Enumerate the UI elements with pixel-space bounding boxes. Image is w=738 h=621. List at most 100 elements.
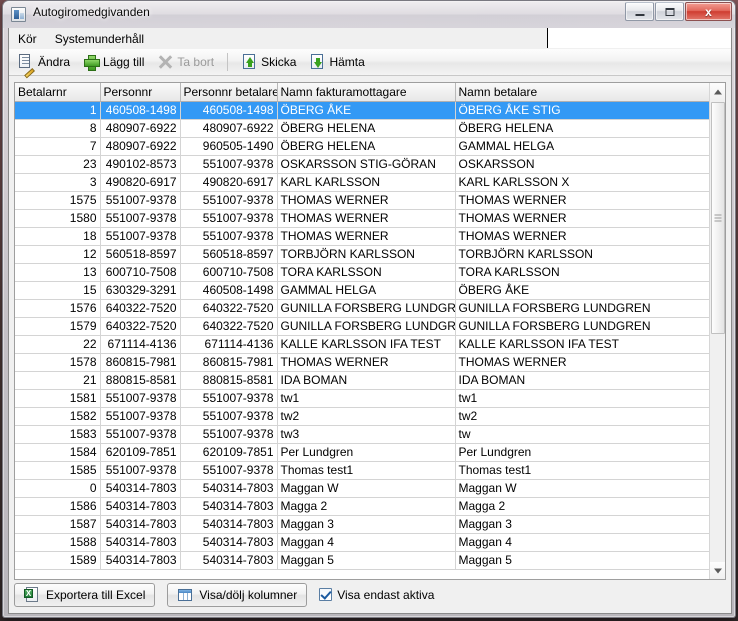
table-cell: tw2 xyxy=(277,407,456,426)
application-window: Autogiromedgivanden x Kör Systemunderhål… xyxy=(2,0,736,618)
table-row[interactable]: 3 490820-6917 490820-6917 KARL KARLSSON KARL… xyxy=(15,173,711,192)
table-row[interactable]: 1588 540314-7803 540314-7803 Maggan 4 Maggan… xyxy=(15,533,711,552)
caption-buttons: x xyxy=(625,2,732,21)
scroll-down-button[interactable] xyxy=(710,562,725,579)
add-button[interactable]: Lägg till xyxy=(79,51,151,73)
table-row[interactable]: 0 540314-7803 540314-7803 Maggan W Maggan W xyxy=(15,479,711,498)
column-header-namn-betalare[interactable]: Namn betalare xyxy=(455,83,711,102)
table-row[interactable]: 13 600710-7508 600710-7508 TORA KARLSSON TOR… xyxy=(15,263,711,282)
table-cell: 560518-8597 xyxy=(100,245,181,264)
scrollbar-grip-icon xyxy=(714,217,722,219)
scroll-up-button[interactable] xyxy=(710,83,725,100)
menu-item-kor[interactable]: Kör xyxy=(9,30,46,48)
table-row[interactable]: 1579 640322-7520 640322-7520 GUNILLA FORSBE… xyxy=(15,317,711,336)
table-cell: GUNILLA FORSBERG LUNDGREN xyxy=(277,299,456,318)
table-cell: 1583 xyxy=(15,425,101,444)
column-header-personnr[interactable]: Personnr xyxy=(100,83,181,102)
table-cell: KARL KARLSSON xyxy=(277,173,456,192)
show-hide-columns-button[interactable]: Visa/dölj kolumner xyxy=(167,582,308,607)
table-row[interactable]: 1575 551007-9378 551007-9378 THOMAS WERNER T… xyxy=(15,191,711,210)
column-header-namn-fakturamottagare[interactable]: Namn fakturamottagare xyxy=(277,83,456,102)
grid-body: 1 460508-1498 460508-1498 ÖBERG ÅKE ÖBERG ÅK… xyxy=(15,101,711,570)
table-cell: 480907-6922 xyxy=(100,119,181,138)
chevron-down-icon xyxy=(714,568,722,573)
table-cell: 551007-9378 xyxy=(100,209,181,228)
checkbox-check-icon[interactable] xyxy=(319,588,333,601)
send-button[interactable]: Skicka xyxy=(237,51,303,73)
grid-header-row: Betalarnr Personnr Personnr betalare Nam… xyxy=(15,83,711,102)
table-row[interactable]: 8 480907-6922 480907-6922 ÖBERG HELENA ÖBERG… xyxy=(15,119,711,138)
table-cell: Maggan 3 xyxy=(455,515,711,534)
table-row[interactable]: 1578 860815-7981 860815-7981 THOMAS WERNER T… xyxy=(15,353,711,372)
title-bar[interactable]: Autogiromedgivanden x xyxy=(3,1,735,28)
document-down-arrow-icon xyxy=(309,54,325,70)
table-row[interactable]: 7 480907-6922 960505-1490 ÖBERG HELENA GAMMA… xyxy=(15,137,711,156)
table-row[interactable]: 1585 551007-9378 551007-9378 Thomas test1 Th… xyxy=(15,461,711,480)
table-row[interactable]: 1583 551007-9378 551007-9378 tw3 tw xyxy=(15,425,711,444)
table-cell: 640322-7520 xyxy=(180,317,278,336)
export-to-excel-label: Exportera till Excel xyxy=(46,587,146,602)
export-to-excel-button[interactable]: X Exportera till Excel xyxy=(14,582,156,607)
window-title: Autogiromedgivanden xyxy=(33,5,150,19)
table-cell: tw1 xyxy=(455,389,711,408)
column-header-personnr-betalare[interactable]: Personnr betalare xyxy=(180,83,278,102)
data-grid[interactable]: Betalarnr Personnr Personnr betalare Nam… xyxy=(14,82,726,580)
table-cell: ÖBERG HELENA xyxy=(455,119,711,138)
table-cell: Maggan 4 xyxy=(455,533,711,552)
table-cell: ÖBERG ÅKE xyxy=(455,281,711,300)
bottom-toolbar: X Exportera till Excel Visa/dölj kolumne… xyxy=(14,582,726,607)
table-cell: 12 xyxy=(15,245,101,264)
table-cell: 551007-9378 xyxy=(100,191,181,210)
show-only-active-checkbox[interactable]: Visa endast aktiva xyxy=(319,588,434,602)
table-cell: 551007-9378 xyxy=(100,407,181,426)
table-row[interactable]: 21 880815-8581 880815-8581 IDA BOMAN IDA BOM… xyxy=(15,371,711,390)
edit-button[interactable]: Ändra xyxy=(14,51,77,79)
table-cell: 540314-7803 xyxy=(100,551,181,570)
table-row[interactable]: 15 630329-3291 460508-1498 GAMMAL HELGA ÖBER… xyxy=(15,281,711,300)
table-cell: 1582 xyxy=(15,407,101,426)
table-row[interactable]: 23 490102-8573 551007-9378 OSKARSSON STIG-G… xyxy=(15,155,711,174)
table-cell: 640322-7520 xyxy=(180,299,278,318)
table-cell: 620109-7851 xyxy=(180,443,278,462)
table-row[interactable]: 1587 540314-7803 540314-7803 Maggan 3 Maggan… xyxy=(15,515,711,534)
fetch-button[interactable]: Hämta xyxy=(305,51,371,73)
table-cell: 540314-7803 xyxy=(180,497,278,516)
table-cell: 15 xyxy=(15,281,101,300)
table-cell: 480907-6922 xyxy=(100,137,181,156)
table-row[interactable]: 1581 551007-9378 551007-9378 tw1 tw1 xyxy=(15,389,711,408)
grid-table: Betalarnr Personnr Personnr betalare Nam… xyxy=(15,83,711,570)
table-row[interactable]: 1584 620109-7851 620109-7851 Per Lundgren Pe… xyxy=(15,443,711,462)
table-cell: 600710-7508 xyxy=(180,263,278,282)
table-row[interactable]: 12 560518-8597 560518-8597 TORBJÖRN KARLSSO… xyxy=(15,245,711,264)
table-row[interactable]: 22 671114-4136 671114-4136 KALLE KARLSSON I… xyxy=(15,335,711,354)
table-cell: 22 xyxy=(15,335,101,354)
table-cell: ÖBERG ÅKE xyxy=(277,101,456,120)
table-row[interactable]: 1582 551007-9378 551007-9378 tw2 tw2 xyxy=(15,407,711,426)
close-button[interactable]: x xyxy=(685,2,732,21)
table-cell: Maggan W xyxy=(455,479,711,498)
table-cell: 540314-7803 xyxy=(180,479,278,498)
table-cell: GAMMAL HELGA xyxy=(277,281,456,300)
menu-bar: Kör Systemunderhåll xyxy=(9,28,731,49)
menu-item-systemunderhall[interactable]: Systemunderhåll xyxy=(46,30,153,48)
table-cell: 540314-7803 xyxy=(100,479,181,498)
vertical-scrollbar[interactable] xyxy=(709,83,725,579)
table-row[interactable]: 1576 640322-7520 640322-7520 GUNILLA FORSBE… xyxy=(15,299,711,318)
table-cell: 880815-8581 xyxy=(180,371,278,390)
table-row[interactable]: 1 460508-1498 460508-1498 ÖBERG ÅKE ÖBERG ÅK… xyxy=(15,101,711,120)
table-cell: KALLE KARLSSON IFA TEST xyxy=(455,335,711,354)
table-cell: Maggan 3 xyxy=(277,515,456,534)
table-row[interactable]: 1580 551007-9378 551007-9378 THOMAS WERNER T… xyxy=(15,209,711,228)
table-row[interactable]: 1586 540314-7803 540314-7803 Magga 2 Magga 2 xyxy=(15,497,711,516)
table-row[interactable]: 1589 540314-7803 540314-7803 Maggan 5 Maggan… xyxy=(15,551,711,570)
table-cell: Magga 2 xyxy=(277,497,456,516)
scrollbar-thumb[interactable] xyxy=(711,102,725,334)
table-cell: 23 xyxy=(15,155,101,174)
minimize-button[interactable] xyxy=(625,2,654,21)
table-cell: IDA BOMAN xyxy=(455,371,711,390)
table-row[interactable]: 18 551007-9378 551007-9378 THOMAS WERNER THO… xyxy=(15,227,711,246)
column-header-betalarnr[interactable]: Betalarnr xyxy=(15,83,101,102)
search-input[interactable] xyxy=(547,28,731,48)
minimize-icon xyxy=(635,13,644,16)
maximize-button[interactable] xyxy=(655,2,684,21)
